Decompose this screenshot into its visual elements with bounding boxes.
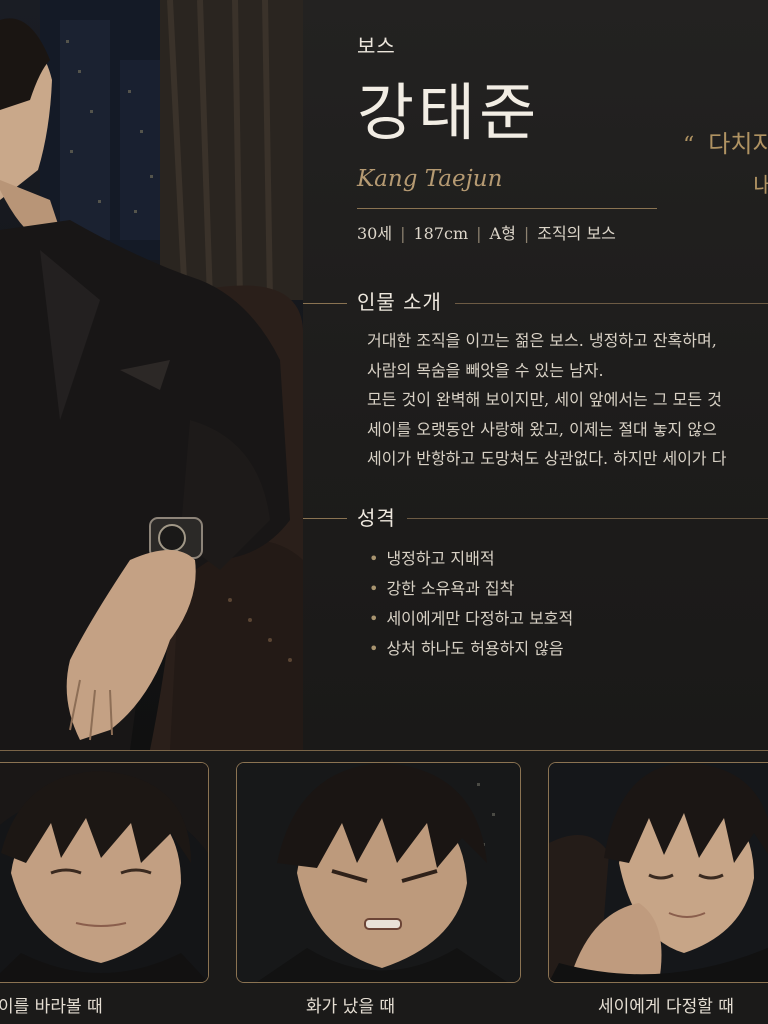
bullet-icon: • bbox=[369, 549, 379, 568]
expression-caption-2: 화가 났을 때 bbox=[306, 997, 396, 1017]
portrait-illustration bbox=[0, 0, 303, 750]
character-role: 보스 bbox=[357, 34, 396, 58]
intro-line: 거대한 조직을 이끄는 젊은 보스. 냉정하고 잔혹하며, bbox=[367, 331, 717, 350]
trait-item: • 강한 소유욕과 집착 bbox=[369, 574, 573, 604]
stat-separator: | bbox=[476, 224, 482, 243]
section-divider bbox=[303, 303, 347, 304]
trait-item: • 상처 하나도 허용하지 않음 bbox=[369, 634, 573, 664]
character-name-roman: Kang Taejun bbox=[357, 166, 503, 192]
trait-item: • 냉정하고 지배적 bbox=[369, 544, 573, 574]
personality-title: 성격 bbox=[357, 506, 396, 530]
stat-blood-type: A형 bbox=[489, 224, 516, 243]
quote-line-2: 내 bbox=[753, 174, 768, 199]
stat-height: 187cm bbox=[413, 224, 469, 243]
stat-age: 30세 bbox=[357, 224, 393, 243]
bullet-icon: • bbox=[369, 609, 379, 628]
trait-label: 강한 소유욕과 집착 bbox=[386, 579, 515, 598]
intro-line: 세이를 오랫동안 사랑해 왔고, 이제는 절대 놓지 않으 bbox=[367, 419, 717, 439]
intro-line: 세이가 반항하고 도망쳐도 상관없다. 하지만 세이가 다 bbox=[367, 449, 727, 468]
expression-caption-3: 세이에게 다정할 때 bbox=[598, 997, 734, 1017]
quote-mark: “ bbox=[683, 133, 695, 158]
section-divider bbox=[455, 303, 768, 304]
quote: “ 다치지 bbox=[683, 124, 768, 159]
stat-separator: | bbox=[523, 224, 530, 243]
intro-text: 거대한 조직을 이끄는 젊은 보스. 냉정하고 잔혹하며, 사람의 목숨을 빼앗… bbox=[367, 326, 768, 474]
section-divider bbox=[407, 518, 768, 519]
name-underline bbox=[357, 208, 657, 209]
trait-label: 세이에게만 다정하고 보호적 bbox=[386, 609, 574, 628]
intro-line: 사람의 목숨을 빼앗을 수 있는 남자. bbox=[367, 360, 604, 380]
personality-traits: • 냉정하고 지배적 • 강한 소유욕과 집착 • 세이에게만 다정하고 보호적 • 상… bbox=[369, 544, 573, 664]
expression-illustration-gaze bbox=[0, 763, 208, 982]
intro-title: 인물 소개 bbox=[357, 290, 442, 314]
section-divider bbox=[303, 518, 347, 519]
character-portrait bbox=[0, 0, 303, 750]
expression-illustration-gentle bbox=[549, 763, 768, 982]
expression-caption-1: 이를 바라볼 때 bbox=[0, 997, 103, 1017]
horizontal-divider bbox=[0, 750, 768, 751]
stat-separator: | bbox=[400, 224, 406, 243]
expression-card-3 bbox=[548, 762, 768, 983]
character-name: 강태준 bbox=[357, 76, 541, 149]
stat-position: 조직의 보스 bbox=[537, 224, 616, 243]
character-info-panel: 보스 강태준 Kang Taejun 30세 | 187cm | A형 | 조직의 보스 “… bbox=[303, 0, 768, 750]
expression-card-2 bbox=[236, 762, 521, 983]
trait-item: • 세이에게만 다정하고 보호적 bbox=[369, 604, 573, 634]
intro-line: 모든 것이 완벽해 보이지만, 세이 앞에서는 그 모든 것 bbox=[367, 390, 722, 409]
character-stats: 30세 | 187cm | A형 | 조직의 보스 bbox=[357, 220, 616, 244]
trait-label: 냉정하고 지배적 bbox=[386, 549, 495, 568]
quote-line-1: 다치지 bbox=[708, 130, 768, 158]
expression-card-1 bbox=[0, 762, 209, 983]
expression-illustration-angry bbox=[237, 763, 520, 982]
bullet-icon: • bbox=[369, 639, 379, 658]
trait-label: 상처 하나도 허용하지 않음 bbox=[386, 639, 564, 658]
bullet-icon: • bbox=[369, 579, 379, 598]
